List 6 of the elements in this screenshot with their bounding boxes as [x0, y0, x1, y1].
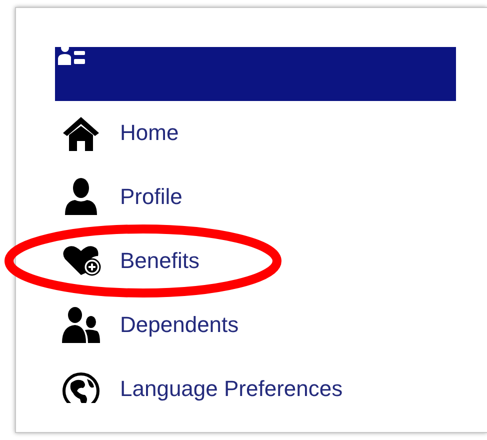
menu-item[interactable]: Home [55, 101, 179, 165]
contact-card-icon [58, 47, 88, 65]
people-icon [61, 305, 101, 345]
menu-item[interactable]: Language Preferences [55, 357, 343, 403]
menu-item[interactable]: Dependents [55, 293, 239, 357]
menu-item[interactable]: Profile [55, 165, 182, 229]
